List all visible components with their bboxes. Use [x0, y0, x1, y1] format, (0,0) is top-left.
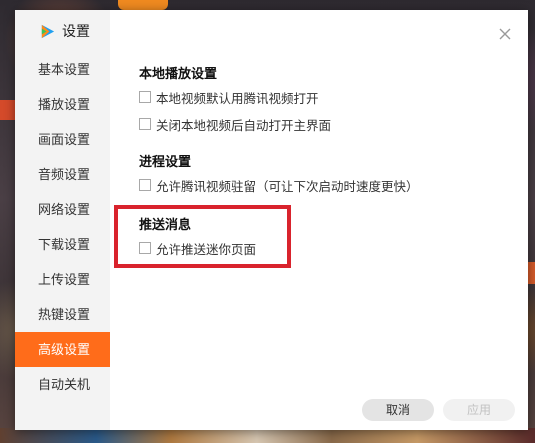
sidebar-item-audio[interactable]: 音频设置 [15, 157, 110, 192]
tencent-video-logo-icon [41, 24, 55, 38]
process-section: 进程设置 允许腾讯视频驻留（可让下次启动时速度更快） [139, 153, 419, 196]
checkbox[interactable] [139, 179, 151, 191]
sidebar-item-auto-shutdown[interactable]: 自动关机 [15, 367, 110, 402]
background-thumbnail-strip [0, 428, 535, 443]
option-label: 允许腾讯视频驻留（可让下次启动时速度更快） [156, 179, 419, 194]
sidebar-item-network[interactable]: 网络设置 [15, 192, 110, 227]
dialog-title: 设置 [62, 23, 90, 39]
checkbox[interactable] [139, 91, 151, 103]
dialog-header: 设置 [39, 20, 90, 42]
section-title: 进程设置 [139, 154, 192, 169]
option-label: 本地视频默认用腾讯视频打开 [156, 91, 319, 106]
option-label: 关闭本地视频后自动打开主界面 [156, 118, 332, 133]
cancel-button[interactable]: 取消 [362, 399, 434, 421]
sidebar-item-upload[interactable]: 上传设置 [15, 262, 110, 297]
sidebar-item-hotkeys[interactable]: 热键设置 [15, 297, 110, 332]
option-allow-resident[interactable]: 允许腾讯视频驻留（可让下次启动时速度更快） [139, 174, 419, 196]
settings-dialog: 设置 基本设置 播放设置 画面设置 音频设置 网络设置 下载设置 上传设置 热键… [15, 10, 528, 430]
sidebar-item-download[interactable]: 下载设置 [15, 227, 110, 262]
checkbox[interactable] [139, 242, 151, 254]
settings-nav: 基本设置 播放设置 画面设置 音频设置 网络设置 下载设置 上传设置 热键设置 … [15, 52, 110, 402]
sidebar-item-playback[interactable]: 播放设置 [15, 87, 110, 122]
option-open-local-video[interactable]: 本地视频默认用腾讯视频打开 [139, 86, 331, 108]
local-playback-section: 本地播放设置 本地视频默认用腾讯视频打开 关闭本地视频后自动打开主界面 [139, 65, 331, 135]
sidebar-item-basic[interactable]: 基本设置 [15, 52, 110, 87]
section-title: 本地播放设置 [139, 66, 218, 81]
section-title: 推送消息 [139, 217, 192, 232]
background-badge [118, 0, 168, 10]
push-section: 推送消息 允许推送迷你页面 [139, 216, 256, 259]
settings-content: 本地播放设置 本地视频默认用腾讯视频打开 关闭本地视频后自动打开主界面 进程设置… [110, 10, 528, 430]
option-allow-mini-page[interactable]: 允许推送迷你页面 [139, 237, 256, 259]
option-open-main-after-close[interactable]: 关闭本地视频后自动打开主界面 [139, 113, 331, 135]
option-label: 允许推送迷你页面 [156, 242, 257, 257]
settings-sidebar: 设置 基本设置 播放设置 画面设置 音频设置 网络设置 下载设置 上传设置 热键… [15, 10, 110, 430]
checkbox[interactable] [139, 118, 151, 130]
sidebar-item-picture[interactable]: 画面设置 [15, 122, 110, 157]
apply-button[interactable]: 应用 [443, 399, 515, 421]
sidebar-item-advanced[interactable]: 高级设置 [15, 332, 110, 367]
